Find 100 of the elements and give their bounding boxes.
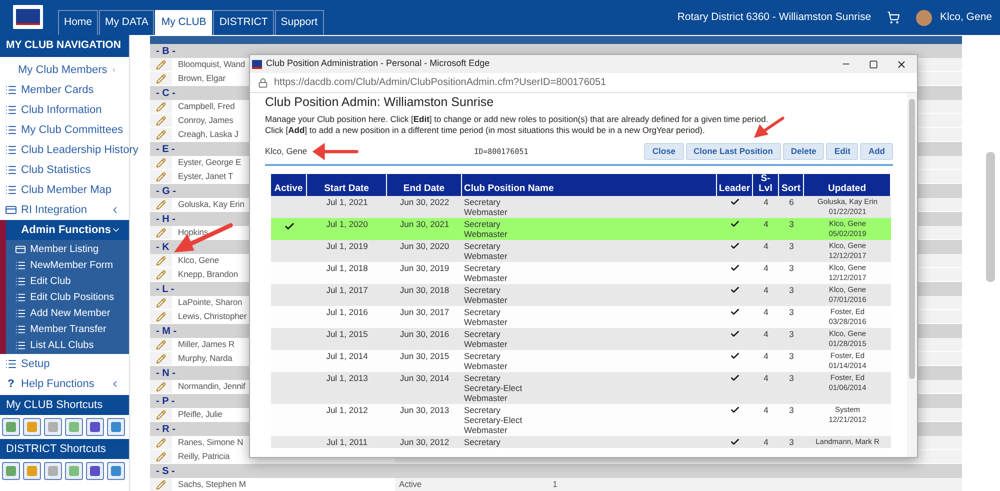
table-cell: Jul 1, 2013 xyxy=(326,373,368,383)
dialog-button[interactable]: Close xyxy=(644,143,684,160)
edit-icon[interactable] xyxy=(156,410,166,420)
shortcut-icon[interactable] xyxy=(65,462,83,480)
instruction-text: Click [Add] to add a new position in a different time period (in most situations this would be in a new OrgYear period). xyxy=(265,125,705,135)
nav-item[interactable]: Edit Club Positions xyxy=(30,290,114,304)
user-name[interactable]: Klco, Gene xyxy=(940,10,992,26)
nav-item[interactable]: Club Information xyxy=(21,102,124,118)
shortcut-icon[interactable] xyxy=(65,418,83,436)
member-name[interactable]: Murphy, Narda xyxy=(178,352,232,365)
nav-item[interactable]: My Club Members xyxy=(18,62,108,78)
member-name[interactable]: Klco, Gene xyxy=(178,254,220,267)
table-cell: 4 xyxy=(764,351,768,361)
table-cell: Jun 30, 2012 xyxy=(400,437,450,447)
member-name[interactable]: Hopkins xyxy=(178,226,208,239)
submenu-header[interactable]: Admin Functions xyxy=(6,220,129,240)
edit-icon[interactable] xyxy=(156,228,166,238)
shortcut-icon[interactable] xyxy=(107,418,125,436)
list-icon xyxy=(15,340,26,350)
edit-icon[interactable] xyxy=(156,312,166,322)
member-name[interactable]: Ranes, Simone N xyxy=(178,436,244,449)
shortcut-icon[interactable] xyxy=(44,418,62,436)
edit-icon[interactable] xyxy=(156,60,166,70)
cart-icon[interactable] xyxy=(887,11,900,24)
nav-item[interactable]: My Club Committees xyxy=(21,122,124,138)
edit-icon[interactable] xyxy=(156,354,166,364)
table-cell: Jun 30, 2017 xyxy=(400,307,450,317)
edit-icon[interactable] xyxy=(156,102,166,112)
edit-icon[interactable] xyxy=(156,256,166,266)
table-cell: Jul 1, 2015 xyxy=(326,329,368,339)
nav-item[interactable]: Edit Club xyxy=(30,274,71,288)
close-icon[interactable] xyxy=(896,58,907,70)
list-icon xyxy=(15,292,26,302)
nav-item[interactable]: Setup xyxy=(21,356,124,372)
member-name[interactable]: Goluska, Kay Erin xyxy=(178,198,244,211)
letter-heading: - P - xyxy=(156,394,175,408)
table-cell: 4 xyxy=(764,373,768,383)
nav-item[interactable]: RI Integration xyxy=(21,202,106,218)
edit-icon[interactable] xyxy=(156,340,166,350)
table-cell: Jul 1, 2020 xyxy=(326,219,368,229)
position-name: Webmaster xyxy=(464,295,508,305)
edit-icon[interactable] xyxy=(156,382,166,392)
edit-icon[interactable] xyxy=(156,172,166,182)
shortcut-icon[interactable] xyxy=(2,462,20,480)
shortcut-icon[interactable] xyxy=(44,462,62,480)
dialog-button[interactable]: Clone Last Position xyxy=(686,143,781,160)
shortcut-icon[interactable] xyxy=(86,418,104,436)
edit-icon[interactable] xyxy=(156,452,166,462)
nav-item[interactable]: List ALL Clubs xyxy=(30,338,94,352)
nav-tab[interactable]: DISTRICT xyxy=(213,10,274,35)
edit-icon[interactable] xyxy=(156,200,166,210)
edit-icon[interactable] xyxy=(156,74,166,84)
table-cell: 4 xyxy=(764,219,768,229)
edit-icon[interactable] xyxy=(156,480,166,490)
shortcut-icon[interactable] xyxy=(107,462,125,480)
nav-item[interactable]: NewMember Form xyxy=(30,258,113,272)
list-icon xyxy=(15,324,26,334)
member-name[interactable]: Pfeifle, Julie xyxy=(178,408,222,421)
dialog-button[interactable]: Add xyxy=(860,143,893,160)
dialog-button[interactable]: Delete xyxy=(782,143,824,160)
nav-item[interactable]: Club Statistics xyxy=(21,162,124,178)
help-icon: ? xyxy=(5,376,17,392)
member-name[interactable]: Bloomquist, Wand xyxy=(178,58,246,71)
edit-icon[interactable] xyxy=(156,116,166,126)
shortcut-icon[interactable] xyxy=(23,418,41,436)
edit-icon[interactable] xyxy=(156,158,166,168)
position-name: Secretary xyxy=(464,285,500,295)
edit-icon[interactable] xyxy=(156,130,166,140)
nav-item[interactable]: Member Transfer xyxy=(30,322,106,336)
table-cell: 3 xyxy=(789,263,794,273)
shortcut-icon[interactable] xyxy=(2,418,20,436)
letter-heading: - B - xyxy=(156,44,176,58)
position-name: Secretary-Elect xyxy=(464,415,522,425)
table-cell: Jun 30, 2020 xyxy=(400,241,450,251)
edit-icon[interactable] xyxy=(156,298,166,308)
nav-item[interactable]: Club Member Map xyxy=(21,182,124,198)
nav-tab[interactable]: Support xyxy=(274,10,324,35)
nav-item[interactable]: Help Functions xyxy=(21,376,106,392)
scrollbar[interactable] xyxy=(986,152,994,282)
member-name[interactable]: Creagh, Laska J xyxy=(178,128,238,141)
nav-item[interactable]: Club Leadership History xyxy=(21,142,138,158)
nav-item[interactable]: Member Cards xyxy=(21,82,124,98)
table-cell: Jul 1, 2021 xyxy=(326,197,368,207)
column-header: Updated xyxy=(828,184,866,194)
dialog-button[interactable]: Edit xyxy=(826,143,858,160)
table-cell: Jun 30, 2013 xyxy=(400,405,450,415)
nav-tab[interactable]: My CLUB xyxy=(155,10,212,35)
edit-icon[interactable] xyxy=(156,270,166,280)
shortcut-icon[interactable] xyxy=(86,462,104,480)
nav-item[interactable]: Add New Member xyxy=(30,306,110,320)
maximize-icon[interactable] xyxy=(869,60,878,68)
position-name: Webmaster xyxy=(464,339,508,349)
letter-heading: - C - xyxy=(156,86,176,100)
table-cell: 3 xyxy=(789,307,794,317)
edit-icon[interactable] xyxy=(156,438,166,448)
member-name[interactable]: Conroy, James xyxy=(178,114,234,127)
card-icon xyxy=(15,244,26,254)
shortcut-icon[interactable] xyxy=(23,462,41,480)
scrollbar[interactable] xyxy=(909,99,915,379)
nav-item[interactable]: Member Listing xyxy=(30,242,99,256)
